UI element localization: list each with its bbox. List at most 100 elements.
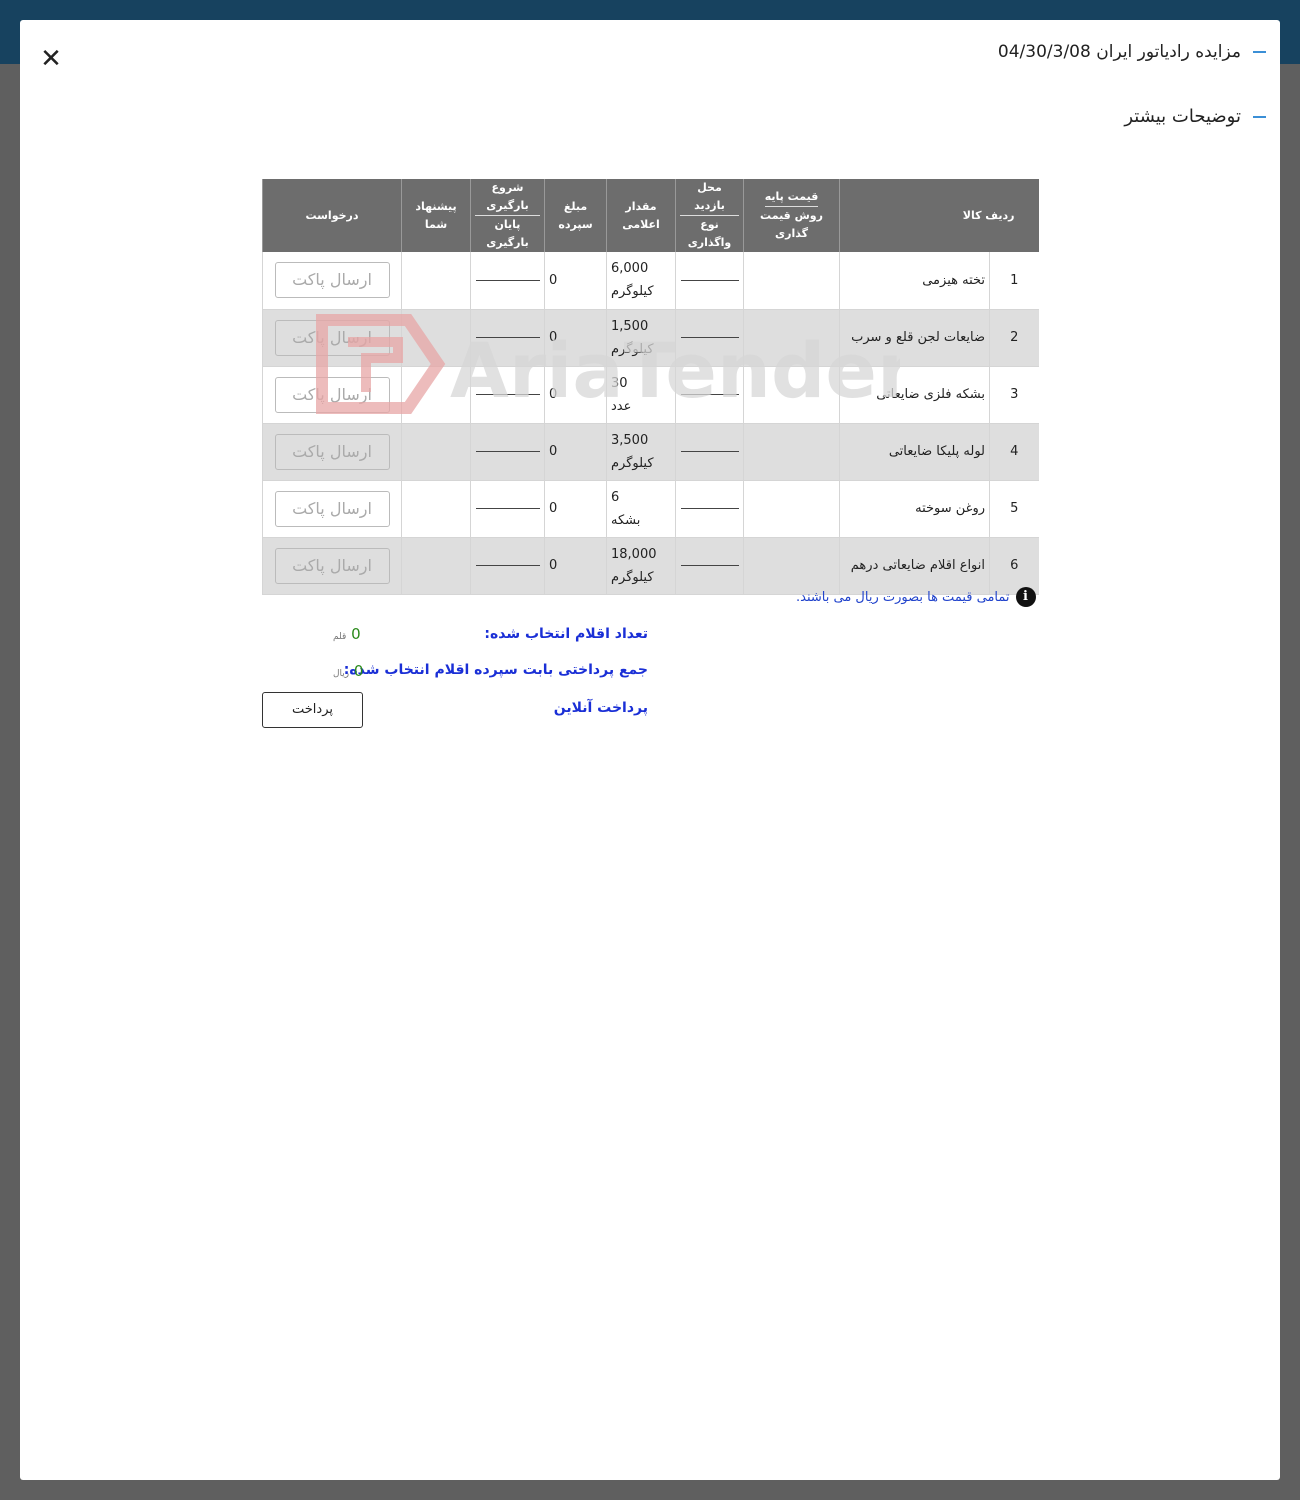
total-deposit-unit: ریال — [333, 669, 350, 679]
empty-dash — [475, 565, 540, 566]
loading-cell — [470, 252, 545, 310]
base-price-cell — [743, 537, 840, 595]
loading-cell — [470, 537, 545, 595]
deposit-cell: 0 — [544, 537, 607, 595]
send-packet-button[interactable]: ارسال پاکت — [274, 547, 390, 584]
info-icon: i — [1015, 587, 1036, 607]
row-number: 1 — [989, 252, 1039, 310]
item-name: لوله پلیکا ضایعاتی — [838, 423, 990, 481]
empty-dash — [475, 394, 540, 395]
item-name: بشکه فلزی ضایعاتی — [838, 366, 990, 424]
empty-dash — [680, 565, 739, 566]
empty-dash — [680, 279, 739, 281]
offer-cell — [401, 480, 471, 538]
loading-cell — [470, 423, 545, 481]
qty-cell: 1,500 کیلوگرم — [606, 309, 676, 367]
total-deposit-value: 0 ریال — [333, 662, 364, 680]
base-price-cell — [743, 480, 840, 538]
auction-details-modal: ✕ مزایده رادیاتور ایران 04/30/3/08 توضیح… — [20, 20, 1280, 1480]
base-price-cell — [743, 423, 840, 481]
loading-cell — [470, 309, 545, 367]
selected-count-label: تعداد اقلام انتخاب شده: — [484, 626, 648, 642]
row-number: 4 — [989, 423, 1039, 481]
more-details-label: توضیحات بیشتر — [1124, 106, 1241, 127]
empty-dash — [680, 508, 739, 509]
base-price-cell — [743, 309, 840, 367]
qty-cell: 30 عدد — [606, 366, 676, 424]
loading-cell — [470, 480, 545, 538]
item-name: انواع اقلام ضایعاتی درهم — [838, 537, 990, 595]
item-name: ضایعات لجن قلع و سرب — [838, 309, 990, 367]
table-row: 4 لوله پلیکا ضایعاتی 3,500 کیلوگرم 0 ارسا… — [262, 423, 1039, 481]
row-number: 3 — [989, 366, 1039, 424]
request-cell: ارسال پاکت — [262, 537, 402, 595]
send-packet-button[interactable]: ارسال پاکت — [274, 262, 390, 299]
empty-dash — [475, 508, 540, 509]
qty-cell: 3,500 کیلوگرم — [606, 423, 676, 481]
request-cell: ارسال پاکت — [262, 309, 402, 367]
offer-cell — [401, 252, 471, 310]
more-details-toggle[interactable]: توضیحات بیشتر — [1124, 106, 1266, 127]
row-number: 6 — [989, 537, 1039, 595]
empty-dash — [475, 337, 540, 338]
deposit-cell: 0 — [544, 480, 607, 538]
deposit-cell: 0 — [544, 309, 607, 367]
request-cell: ارسال پاکت — [262, 252, 402, 310]
col-header-request: درخواست — [262, 179, 402, 252]
visit-cell — [675, 480, 744, 538]
col-header-deposit: مبلغ سپرده — [544, 179, 607, 252]
send-packet-button[interactable]: ارسال پاکت — [274, 376, 390, 413]
online-payment-label: پرداخت آنلاین — [553, 700, 648, 716]
col-header-visit: محل بازدید نوع واگذاری — [675, 179, 744, 252]
send-packet-button[interactable]: ارسال پاکت — [274, 490, 390, 527]
currency-note-text: تمامی قیمت ها بصورت ریال می باشند. — [796, 589, 1010, 605]
col-header-qty: مقدار اعلامی — [606, 179, 676, 252]
visit-cell — [675, 252, 744, 310]
qty-cell: 6,000 کیلوگرم — [606, 252, 676, 310]
modal-title-text: مزایده رادیاتور ایران 04/30/3/08 — [997, 42, 1241, 62]
table-row: 5 روغن سوخته 6 بشکه 0 ارسال پاکت — [262, 480, 1039, 538]
table-row: 6 انواع اقلام ضایعاتی درهم 18,000 کیلوگرم… — [262, 537, 1039, 595]
modal-title[interactable]: مزایده رادیاتور ایران 04/30/3/08 — [998, 42, 1266, 62]
deposit-cell: 0 — [544, 252, 607, 310]
item-name: تخته هیزمی — [838, 252, 990, 310]
row-number: 5 — [989, 480, 1039, 538]
selected-count-unit: قلم — [333, 632, 347, 642]
col-header-loading: شروع بارگیری پایان بارگیری — [470, 179, 545, 252]
empty-dash — [680, 337, 739, 338]
send-packet-button[interactable]: ارسال پاکت — [274, 319, 390, 356]
table-header-row: ردیف کالا قیمت پایه روش قیمت گذاری محل با… — [262, 179, 1039, 252]
request-cell: ارسال پاکت — [262, 423, 402, 481]
visit-cell — [675, 309, 744, 367]
deposit-cell: 0 — [544, 366, 607, 424]
send-packet-button[interactable]: ارسال پاکت — [274, 433, 390, 470]
table-row: 1 تخته هیزمی 6,000 کیلوگرم 0 ارسال پاکت — [262, 252, 1039, 310]
total-deposit-label: جمع پرداختی بابت سپرده اقلام انتخاب شده: — [343, 662, 648, 678]
table-row: 3 بشکه فلزی ضایعاتی 30 عدد 0 ارسال پاکت — [262, 366, 1039, 424]
request-cell: ارسال پاکت — [262, 480, 402, 538]
base-price-cell — [743, 366, 840, 424]
close-icon[interactable]: ✕ — [38, 46, 64, 72]
pay-button[interactable]: پرداخت — [262, 692, 363, 728]
items-table: ردیف کالا قیمت پایه روش قیمت گذاری محل با… — [262, 179, 1039, 595]
qty-cell: 18,000 کیلوگرم — [606, 537, 676, 595]
offer-cell — [401, 309, 471, 367]
col-header-row-item: ردیف کالا — [838, 179, 1039, 252]
deposit-cell: 0 — [544, 423, 607, 481]
empty-dash — [680, 451, 739, 452]
col-header-price: قیمت پایه روش قیمت گذاری — [743, 179, 840, 252]
offer-cell — [401, 423, 471, 481]
table-row: 2 ضایعات لجن قلع و سرب 1,500 کیلوگرم 0 ار… — [262, 309, 1039, 367]
qty-cell: 6 بشکه — [606, 480, 676, 538]
row-number: 2 — [989, 309, 1039, 367]
visit-cell — [675, 423, 744, 481]
offer-cell — [401, 537, 471, 595]
empty-dash — [475, 279, 540, 281]
col-header-offer: پیشنهاد شما — [401, 179, 471, 252]
loading-cell — [470, 366, 545, 424]
collapse-dash-icon — [1253, 115, 1266, 118]
currency-note: i تمامی قیمت ها بصورت ریال می باشند. — [796, 587, 1036, 607]
request-cell: ارسال پاکت — [262, 366, 402, 424]
item-name: روغن سوخته — [838, 480, 990, 538]
selected-count-value: 0 قلم — [333, 625, 361, 643]
